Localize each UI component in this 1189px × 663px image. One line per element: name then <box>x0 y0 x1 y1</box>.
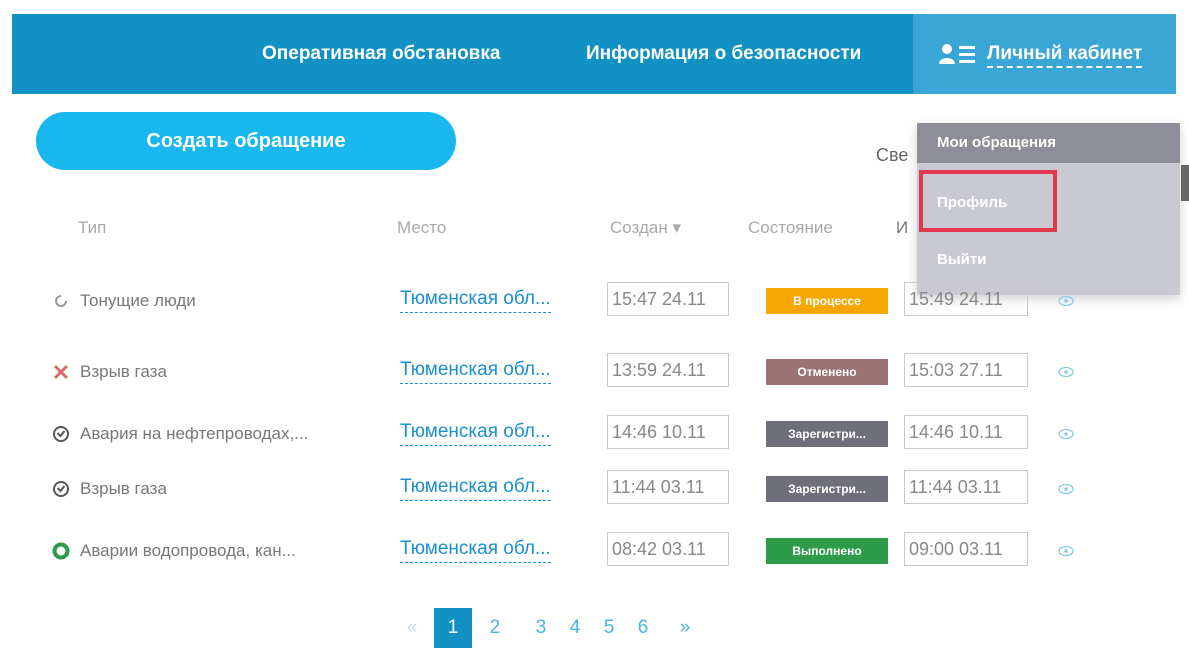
personal-cabinet-menu[interactable]: Личный кабинет <box>913 14 1176 94</box>
column-header-created[interactable]: Создан ▾ <box>610 218 681 238</box>
eye-icon[interactable] <box>1058 545 1074 557</box>
pagination-page-4[interactable]: 4 <box>563 608 587 648</box>
row-changed-time: 09:00 03.11 <box>904 532 1028 566</box>
user-menu-icon <box>939 44 975 64</box>
check-circle-icon <box>53 426 69 442</box>
row-created-time: 15:47 24.11 <box>607 282 729 316</box>
row-created-time: 11:44 03.11 <box>607 470 729 504</box>
cabinet-dropdown: Мои обращения Профиль Выйти <box>917 123 1180 295</box>
row-created-time: 13:59 24.11 <box>607 353 729 387</box>
column-header-changed: И <box>896 218 909 237</box>
status-badge: Отменено <box>766 359 888 385</box>
pagination-page-2[interactable]: 2 <box>483 608 507 648</box>
green-circle-icon <box>52 542 70 560</box>
eye-icon[interactable] <box>1058 428 1074 440</box>
check-circle-icon <box>53 481 69 497</box>
eye-icon[interactable] <box>1058 366 1074 378</box>
row-type: Тонущие люди <box>80 291 196 310</box>
row-changed-time: 14:46 10.11 <box>904 415 1028 449</box>
row-place-link[interactable]: Тюменская обл... <box>400 538 551 563</box>
pagination-page-6[interactable]: 6 <box>631 608 655 648</box>
column-header-state: Состояние <box>748 218 833 237</box>
nav-link-safety-info[interactable]: Информация о безопасности <box>586 14 861 94</box>
pagination-page-3[interactable]: 3 <box>529 608 553 648</box>
partial-text: Све <box>876 145 909 165</box>
table-row: Взрыв газа Тюменская обл... 11:44 03.11 … <box>0 466 1100 516</box>
row-place-link[interactable]: Тюменская обл... <box>400 288 551 313</box>
edge-tab <box>1181 165 1189 201</box>
create-request-button[interactable]: Создать обращение <box>36 112 456 170</box>
column-header-type: Тип <box>78 218 107 237</box>
eye-icon[interactable] <box>1058 295 1074 307</box>
pagination: « 1 2 3 4 5 6 » <box>0 608 1189 648</box>
eye-icon[interactable] <box>1058 483 1074 495</box>
top-navbar: Оперативная обстановка Информация о безо… <box>12 14 1176 94</box>
table-row: Аварии водопровода, кан... Тюменская обл… <box>0 528 1100 578</box>
row-place-link[interactable]: Тюменская обл... <box>400 359 551 384</box>
table-row: Авария на нефтепроводах,... Тюменская об… <box>0 411 1100 461</box>
pagination-page-1[interactable]: 1 <box>434 608 472 648</box>
table-row: Тонущие люди Тюменская обл... 15:47 24.1… <box>0 278 1100 328</box>
pagination-page-5[interactable]: 5 <box>597 608 621 648</box>
row-place-link[interactable]: Тюменская обл... <box>400 476 551 501</box>
row-changed-time: 15:03 27.11 <box>904 353 1028 387</box>
row-type: Аварии водопровода, кан... <box>80 541 296 560</box>
status-badge: В процессе <box>766 288 888 314</box>
pagination-next[interactable]: » <box>675 608 695 648</box>
nav-link-operational-situation[interactable]: Оперативная обстановка <box>262 14 500 94</box>
personal-cabinet-label: Личный кабинет <box>987 14 1143 94</box>
spinner-icon <box>55 295 67 307</box>
status-badge: Выполнено <box>766 538 888 564</box>
pagination-prev[interactable]: « <box>402 608 422 648</box>
row-type: Авария на нефтепроводах,... <box>80 424 309 443</box>
row-created-time: 08:42 03.11 <box>607 532 729 566</box>
column-header-place: Место <box>397 218 447 237</box>
row-changed-time: 15:49 24.11 <box>904 282 1028 316</box>
row-type: Взрыв газа <box>80 479 167 498</box>
row-type: Взрыв газа <box>80 362 167 381</box>
cross-icon <box>53 364 69 380</box>
table-row: Взрыв газа Тюменская обл... 13:59 24.11 … <box>0 349 1100 399</box>
dropdown-logout[interactable]: Выйти <box>917 240 1180 280</box>
profile-highlight-box <box>919 170 1057 232</box>
row-created-time: 14:46 10.11 <box>607 415 729 449</box>
row-changed-time: 11:44 03.11 <box>904 470 1028 504</box>
status-badge: Зарегистри... <box>766 476 888 502</box>
row-place-link[interactable]: Тюменская обл... <box>400 421 551 446</box>
dropdown-my-requests[interactable]: Мои обращения <box>917 123 1180 163</box>
status-badge: Зарегистри... <box>766 421 888 447</box>
